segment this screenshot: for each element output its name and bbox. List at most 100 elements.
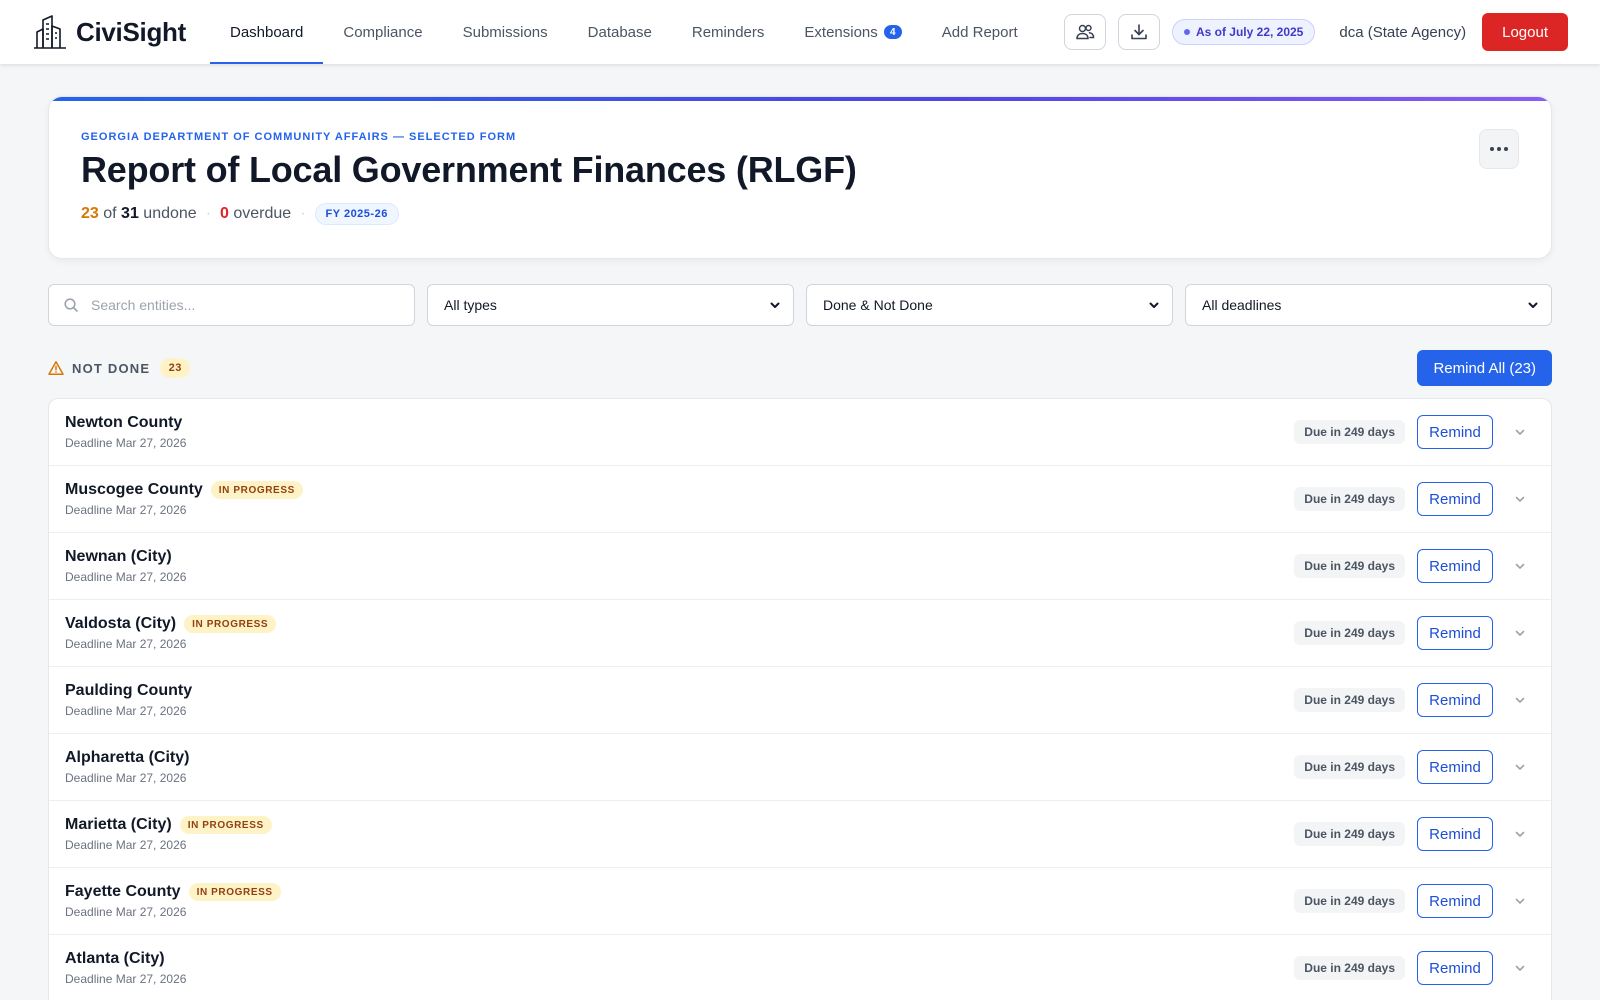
table-row: Newnan (City) Deadline Mar 27, 2026 Due … [49,533,1551,600]
download-button[interactable] [1117,14,1160,50]
nav-database[interactable]: Database [568,0,672,64]
deadline-text: Deadline Mar 27, 2026 [65,972,187,986]
deadline-text: Deadline Mar 27, 2026 [65,436,187,450]
deadline-text: Deadline Mar 27, 2026 [65,570,187,584]
page-title: Report of Local Government Finances (RLG… [81,149,857,190]
status-badge: IN PROGRESS [179,816,272,834]
expand-row-toggle[interactable] [1505,819,1535,849]
row-title-line: Marietta (City) IN PROGRESS [65,816,272,834]
chevron-down-icon [1515,429,1525,435]
remind-button[interactable]: Remind [1417,549,1493,583]
nav-add-report[interactable]: Add Report [922,0,1038,64]
nav-compliance[interactable]: Compliance [323,0,442,64]
more-horizontal-icon [1490,147,1508,151]
chevron-down-icon [770,302,780,308]
table-row: Marietta (City) IN PROGRESS Deadline Mar… [49,801,1551,868]
status-dot-icon [1183,29,1190,35]
users-icon [1076,24,1095,40]
expand-row-toggle[interactable] [1505,618,1535,648]
row-info: Newnan (City) Deadline Mar 27, 2026 [65,548,186,584]
row-actions: Due in 249 days Remind [1294,549,1535,583]
total-count: 31 [121,205,139,222]
type-filter-select[interactable]: All types [427,284,794,326]
due-badge: Due in 249 days [1294,822,1405,846]
status-filter-select[interactable]: Done & Not Done [806,284,1173,326]
top-navbar: CiviSight Dashboard Compliance Submissio… [0,0,1600,64]
not-done-section-header: NOT DONE 23 Remind All (23) [48,350,1552,386]
table-row: Valdosta (City) IN PROGRESS Deadline Mar… [49,600,1551,667]
expand-row-toggle[interactable] [1505,886,1535,916]
deadline-filter-select[interactable]: All deadlines [1185,284,1552,326]
completion-stats: 23 of 31 undone · 0 overdue · FY 2025-26 [81,203,399,225]
entity-name[interactable]: Atlanta (City) [65,950,165,968]
entity-name[interactable]: Newnan (City) [65,548,172,566]
entity-name[interactable]: Paulding County [65,682,192,700]
chevron-down-icon [1515,496,1525,502]
nav-submissions[interactable]: Submissions [443,0,568,64]
expand-row-toggle[interactable] [1505,484,1535,514]
deadline-text: Deadline Mar 27, 2026 [65,704,187,718]
remind-button[interactable]: Remind [1417,482,1493,516]
as-of-date-badge: As of July 22, 2025 [1171,19,1316,45]
nav-reminders[interactable]: Reminders [672,0,785,64]
row-info: Valdosta (City) IN PROGRESS Deadline Mar… [65,615,277,651]
remind-button[interactable]: Remind [1417,817,1493,851]
remind-button[interactable]: Remind [1417,415,1493,449]
remind-button[interactable]: Remind [1417,951,1493,985]
due-badge: Due in 249 days [1294,956,1405,980]
row-info: Paulding County Deadline Mar 27, 2026 [65,682,192,718]
nav-label: Reminders [691,23,765,41]
remind-button[interactable]: Remind [1417,750,1493,784]
extensions-count-badge: 4 [883,25,902,39]
current-user: dca (State Agency) [1339,23,1467,41]
search-input[interactable] [91,297,400,313]
due-badge: Due in 249 days [1294,755,1405,779]
entity-name[interactable]: Fayette County [65,883,181,901]
row-actions: Due in 249 days Remind [1294,415,1535,449]
entity-name[interactable]: Muscogee County [65,481,203,499]
remind-button[interactable]: Remind [1417,616,1493,650]
entity-name[interactable]: Marietta (City) [65,816,172,834]
entity-name[interactable]: Newton County [65,414,182,432]
users-button[interactable] [1063,14,1106,50]
toolbar: As of July 22, 2025 dca (State Agency) L… [1063,13,1568,51]
expand-row-toggle[interactable] [1505,752,1535,782]
more-options-button[interactable] [1479,129,1519,169]
remind-button[interactable]: Remind [1417,884,1493,918]
chevron-down-icon [1515,697,1525,703]
nav-dashboard[interactable]: Dashboard [209,0,324,64]
deadline-text: Deadline Mar 27, 2026 [65,771,187,785]
due-badge: Due in 249 days [1294,554,1405,578]
download-icon [1131,24,1147,40]
nav-extensions[interactable]: Extensions 4 [784,0,921,64]
table-row: Alpharetta (City) Deadline Mar 27, 2026 … [49,734,1551,801]
of-label: of [103,205,117,222]
deadline-text: Deadline Mar 27, 2026 [65,637,187,651]
entity-name[interactable]: Valdosta (City) [65,615,176,633]
chevron-down-icon [1528,302,1538,308]
expand-row-toggle[interactable] [1505,953,1535,983]
table-row: Atlanta (City) Deadline Mar 27, 2026 Due… [49,935,1551,1000]
nav-label: Submissions [462,23,548,41]
chevron-down-icon [1515,965,1525,971]
chevron-down-icon [1149,302,1159,308]
expand-row-toggle[interactable] [1505,417,1535,447]
main-nav: Dashboard Compliance Submissions Databas… [209,0,1038,64]
remind-all-button[interactable]: Remind All (23) [1417,350,1552,386]
table-row: Fayette County IN PROGRESS Deadline Mar … [49,868,1551,935]
entity-name[interactable]: Alpharetta (City) [65,749,189,767]
row-info: Muscogee County IN PROGRESS Deadline Mar… [65,481,303,517]
due-badge: Due in 249 days [1294,420,1405,444]
logout-button[interactable]: Logout [1482,13,1568,51]
agency-eyebrow: GEORGIA DEPARTMENT OF COMMUNITY AFFAIRS … [81,131,517,143]
status-badge: IN PROGRESS [184,615,277,633]
expand-row-toggle[interactable] [1505,685,1535,715]
as-of-label: As of July 22, 2025 [1195,25,1304,39]
brand[interactable]: CiviSight [32,14,186,50]
separator-dot: · [300,205,306,222]
deadline-text: Deadline Mar 27, 2026 [65,838,187,852]
expand-row-toggle[interactable] [1505,551,1535,581]
row-info: Fayette County IN PROGRESS Deadline Mar … [65,883,281,919]
remind-button[interactable]: Remind [1417,683,1493,717]
row-actions: Due in 249 days Remind [1294,616,1535,650]
